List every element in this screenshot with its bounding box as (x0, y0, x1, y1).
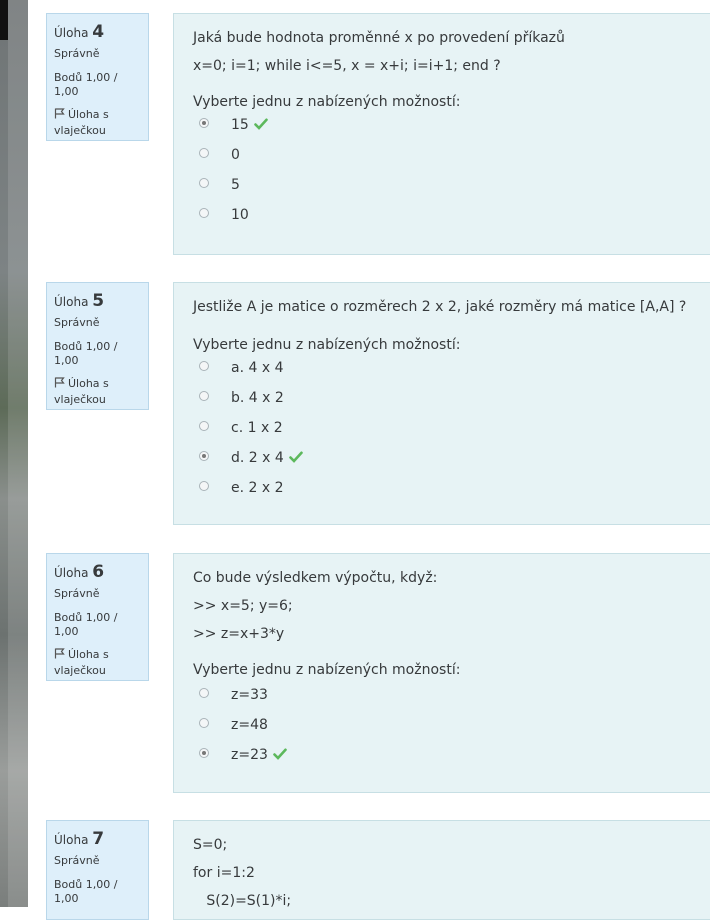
question-grade: Bodů 1,00 / 1,00 (54, 611, 118, 638)
background-edge-shade (8, 0, 28, 907)
question-text-line: Co bude výsledkem výpočtu, když: (193, 570, 438, 586)
check-icon (288, 451, 303, 463)
question-grade: Bodů 1,00 / 1,00 (54, 71, 118, 98)
radio-button[interactable] (199, 178, 209, 188)
question-content: Co bude výsledkem výpočtu, když: >> x=5;… (173, 553, 710, 793)
background-edge-dark (0, 0, 8, 40)
answer-options: 15 0 5 10 (193, 116, 691, 236)
answer-option[interactable]: e. 2 x 2 (193, 479, 691, 509)
question-grade: Bodů 1,00 / 1,00 (54, 340, 118, 367)
answer-label: e. 2 x 2 (231, 480, 284, 496)
answer-option[interactable]: z=48 (193, 716, 691, 746)
question-info: Úloha 7 Správně Bodů 1,00 / 1,00 (46, 820, 149, 920)
answer-options: z=33 z=48 z=23 (193, 686, 691, 776)
radio-button[interactable] (199, 361, 209, 371)
answer-option[interactable]: 15 (193, 116, 691, 146)
question-content: Jestliže A je matice o rozměrech 2 x 2, … (173, 282, 710, 525)
radio-button-selected[interactable] (199, 451, 209, 461)
question-text-line: Jestliže A je matice o rozměrech 2 x 2, … (193, 299, 687, 315)
radio-button[interactable] (199, 208, 209, 218)
question-state: Správně (54, 587, 100, 600)
answer-options: a. 4 x 4 b. 4 x 2 c. 1 x 2 d. 2 x 4 e. 2… (193, 359, 691, 509)
radio-button[interactable] (199, 391, 209, 401)
question-text: Jaká bude hodnota proměnné x po proveden… (193, 24, 691, 80)
answer-label: 5 (231, 177, 240, 193)
flag-question-link[interactable]: Úloha s vlaječkou (54, 647, 141, 679)
question-heading: Úloha 5 (54, 291, 105, 311)
background-edge (0, 0, 28, 907)
radio-button[interactable] (199, 421, 209, 431)
question-info: Úloha 6 Správně Bodů 1,00 / 1,00 Úloha s… (46, 553, 149, 681)
question-heading: Úloha 6 (54, 562, 105, 582)
radio-button-selected[interactable] (199, 118, 209, 128)
answer-label: d. 2 x 4 (231, 450, 284, 466)
radio-button[interactable] (199, 718, 209, 728)
question-text-line: S=0; (193, 837, 228, 853)
question-text-line: >> x=5; y=6; (193, 598, 293, 614)
radio-button[interactable] (199, 148, 209, 158)
answer-label: c. 1 x 2 (231, 420, 283, 436)
question-state: Správně (54, 316, 100, 329)
question-text: Co bude výsledkem výpočtu, když: >> x=5;… (193, 564, 691, 648)
question-text-line: S(2)=S(1)*i; (193, 893, 292, 909)
question-state: Správně (54, 47, 100, 60)
answer-option[interactable]: z=33 (193, 686, 691, 716)
question-number: 6 (92, 562, 105, 582)
answer-label: 0 (231, 147, 240, 163)
answer-option[interactable]: 0 (193, 146, 691, 176)
question-content: Jaká bude hodnota proměnné x po proveden… (173, 13, 710, 255)
answer-option[interactable]: 5 (193, 176, 691, 206)
question-text-line: >> z=x+3*y (193, 626, 285, 642)
question-info: Úloha 5 Správně Bodů 1,00 / 1,00 Úloha s… (46, 282, 149, 410)
answer-prompt: Vyberte jednu z nabízených možností: (193, 94, 461, 110)
radio-button[interactable] (199, 688, 209, 698)
flag-icon (54, 648, 65, 659)
answer-label: 15 (231, 117, 249, 133)
question-grade: Bodů 1,00 / 1,00 (54, 878, 118, 905)
check-icon (273, 748, 287, 760)
flag-question-link[interactable]: Úloha s vlaječkou (54, 376, 141, 408)
question-text-line: Jaká bude hodnota proměnné x po proveden… (193, 30, 565, 46)
question-number: 7 (92, 829, 105, 849)
answer-label: a. 4 x 4 (231, 360, 284, 376)
flag-icon (54, 377, 65, 388)
answer-option[interactable]: d. 2 x 4 (193, 449, 691, 479)
question-text-line: x=0; i=1; while i<=5, x = x+i; i=i+1; en… (193, 58, 501, 74)
question-state: Správně (54, 854, 100, 867)
question-heading: Úloha 7 (54, 829, 105, 849)
answer-label: b. 4 x 2 (231, 390, 284, 406)
answer-label: z=48 (231, 717, 268, 733)
question-number: 5 (92, 291, 105, 311)
radio-button-selected[interactable] (199, 748, 209, 758)
question-info: Úloha 4 Správně Bodů 1,00 / 1,00 Úloha s… (46, 13, 149, 141)
answer-option[interactable]: z=23 (193, 746, 691, 776)
question-heading: Úloha 4 (54, 22, 105, 42)
answer-prompt: Vyberte jednu z nabízených možností: (193, 337, 461, 353)
question-text: Jestliže A je matice o rozměrech 2 x 2, … (193, 293, 691, 321)
question-text: S=0; for i=1:2 S(2)=S(1)*i; (193, 831, 691, 915)
answer-option[interactable]: a. 4 x 4 (193, 359, 691, 389)
answer-prompt: Vyberte jednu z nabízených možností: (193, 662, 461, 678)
question-number: 4 (92, 22, 105, 42)
question-content: S=0; for i=1:2 S(2)=S(1)*i; (173, 820, 710, 920)
flag-question-link[interactable]: Úloha s vlaječkou (54, 107, 141, 139)
flag-icon (54, 108, 65, 119)
answer-label: 10 (231, 207, 249, 223)
answer-label: z=23 (231, 747, 268, 763)
check-icon (254, 118, 268, 130)
answer-option[interactable]: b. 4 x 2 (193, 389, 691, 419)
question-text-line: for i=1:2 (193, 865, 255, 881)
answer-option[interactable]: 10 (193, 206, 691, 236)
answer-option[interactable]: c. 1 x 2 (193, 419, 691, 449)
radio-button[interactable] (199, 481, 209, 491)
answer-label: z=33 (231, 687, 268, 703)
